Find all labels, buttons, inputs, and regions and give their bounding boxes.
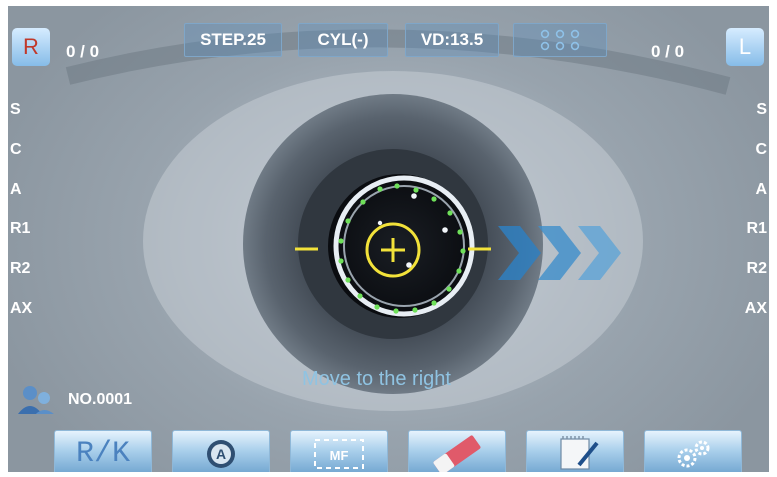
right-eye-count: 0 / 0	[66, 42, 100, 61]
param-right-r1: R1	[746, 220, 767, 237]
move-right-arrows	[498, 226, 621, 280]
step-button[interactable]: STEP.25	[184, 23, 282, 57]
param-left-ax: AX	[10, 300, 33, 317]
eraser-icon	[433, 435, 481, 472]
param-right-a: A	[755, 181, 767, 198]
measurement-screen: R 0 / 0 STEP.25 CYL(-) VD:13.5 0 / 0 L S…	[8, 6, 769, 472]
right-eye-label: R	[23, 34, 39, 59]
param-right-ax: AX	[744, 300, 767, 317]
manual-focus-button[interactable]: MF	[290, 430, 388, 472]
param-left-r2: R2	[10, 260, 31, 277]
vertex-distance-button[interactable]: VD:13.5	[405, 23, 499, 57]
manual-focus-icon: MF	[314, 439, 364, 469]
param-left-s: S	[10, 101, 21, 118]
param-left-r1: R1	[10, 220, 31, 237]
notepad-icon	[560, 436, 599, 470]
arrow-chevron-3	[578, 226, 621, 280]
settings-button[interactable]	[644, 430, 742, 472]
notes-button[interactable]	[526, 430, 624, 472]
keypad-button[interactable]	[513, 23, 607, 57]
rk-button[interactable]: R/K	[54, 430, 152, 472]
left-eye-button[interactable]: L	[726, 28, 764, 66]
arrow-chevron-2	[538, 226, 581, 280]
rk-label: R/K	[75, 437, 130, 471]
cylinder-mode-button[interactable]: CYL(-)	[298, 23, 388, 57]
auto-mode-icon: A	[207, 440, 235, 468]
patient-number: NO.0001	[68, 391, 133, 408]
erase-button[interactable]	[408, 430, 506, 472]
auto-mode-button[interactable]: A	[172, 430, 270, 472]
right-eye-button[interactable]: R	[12, 28, 50, 66]
left-eye-label: L	[738, 34, 752, 59]
param-left-a: A	[10, 181, 22, 198]
patient-icon[interactable]	[16, 384, 62, 414]
param-left-c: C	[10, 141, 22, 158]
param-right-c: C	[755, 141, 767, 158]
dots-grid-icon	[540, 29, 580, 51]
arrow-chevron-1	[498, 226, 541, 280]
manual-focus-label: MF	[330, 448, 349, 463]
left-eye-count: 0 / 0	[651, 42, 685, 61]
specular-dots	[377, 193, 448, 268]
alignment-prompt: Move to the right	[302, 368, 451, 390]
settings-gears-icon	[677, 440, 710, 468]
param-right-s: S	[756, 101, 767, 118]
param-right-r2: R2	[746, 260, 767, 277]
auto-mode-letter: A	[216, 446, 226, 462]
